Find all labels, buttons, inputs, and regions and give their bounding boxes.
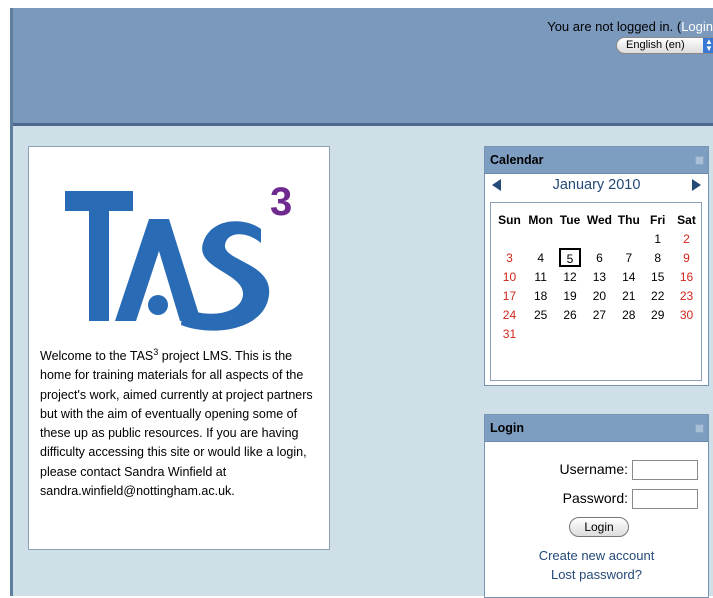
- collapse-icon[interactable]: [695, 156, 704, 165]
- login-header: Login: [485, 415, 708, 442]
- calendar-day[interactable]: 25: [526, 305, 555, 324]
- calendar-day[interactable]: 21: [614, 286, 643, 305]
- calendar-day[interactable]: 3: [493, 248, 526, 267]
- login-button[interactable]: Login: [569, 517, 629, 537]
- calendar-day[interactable]: 29: [643, 305, 672, 324]
- calendar-week: 12: [493, 229, 701, 248]
- calendar-day[interactable]: 7: [614, 248, 643, 267]
- login-status-text: You are not logged in. (: [547, 19, 682, 34]
- intro-before: Welcome to the TAS: [40, 349, 154, 363]
- weekday-mon: Mon: [528, 212, 553, 227]
- select-arrows-icon: ▲ ▼: [703, 38, 713, 53]
- calendar-empty-cell: [585, 324, 615, 343]
- calendar-block: Calendar January 2010 Sun Mon Tue Wed Thu Fri…: [484, 146, 709, 386]
- weekday-row: Sun Mon Tue Wed Thu Fri Sat: [493, 210, 701, 229]
- lost-password-link[interactable]: Lost password?: [485, 567, 708, 582]
- calendar-day[interactable]: 9: [672, 248, 701, 267]
- calendar-day[interactable]: 10: [493, 267, 526, 286]
- weekday-thu: Thu: [617, 212, 640, 227]
- calendar-day[interactable]: 27: [585, 305, 615, 324]
- calendar-week: 31: [493, 324, 701, 343]
- calendar-day[interactable]: 11: [526, 267, 555, 286]
- weekday-sat: Sat: [677, 212, 696, 227]
- calendar-day[interactable]: 23: [672, 286, 701, 305]
- calendar-day[interactable]: 14: [614, 267, 643, 286]
- weekday-tue: Tue: [559, 212, 581, 227]
- calendar-empty-cell: [493, 229, 526, 248]
- calendar-day[interactable]: 13: [585, 267, 615, 286]
- calendar-day[interactable]: 26: [555, 305, 584, 324]
- welcome-box: 3 Welcome to the TAS3 project LMS. This …: [28, 146, 330, 550]
- calendar-empty-cell: [643, 324, 672, 343]
- calendar-day[interactable]: 4: [526, 248, 555, 267]
- login-block: Login Username: Password: Login Create n…: [484, 414, 709, 598]
- calendar-nav: January 2010: [485, 174, 708, 198]
- next-month-icon[interactable]: [692, 179, 701, 191]
- tas3-logo: 3: [65, 181, 292, 331]
- language-select[interactable]: English (en) ▲ ▼: [616, 37, 713, 54]
- welcome-text: Welcome to the TAS3 project LMS. This is…: [40, 347, 326, 501]
- language-select-value: English (en): [626, 39, 685, 51]
- calendar-day[interactable]: 6: [585, 248, 615, 267]
- calendar-grid-box: Sun Mon Tue Wed Thu Fri Sat 1 2 3 4 5 6 7 8 9 10 11 12 13 1…: [490, 202, 702, 381]
- calendar-day[interactable]: 16: [672, 267, 701, 286]
- calendar-table: Sun Mon Tue Wed Thu Fri Sat 1 2 3 4 5 6 7 8 9 10 11 12 13 1…: [493, 210, 701, 343]
- calendar-empty-cell: [585, 229, 615, 248]
- page-header: You are not logged in. (Login English (e…: [13, 8, 713, 126]
- calendar-empty-cell: [614, 229, 643, 248]
- calendar-empty-cell: [555, 324, 584, 343]
- calendar-empty-cell: [526, 229, 555, 248]
- username-row: Username:: [485, 460, 698, 480]
- calendar-day[interactable]: 8: [643, 248, 672, 267]
- calendar-day[interactable]: 19: [555, 286, 584, 305]
- password-label: Password:: [562, 490, 628, 506]
- weekday-fri: Fri: [650, 212, 666, 227]
- calendar-day[interactable]: 12: [555, 267, 584, 286]
- calendar-title: Calendar: [490, 153, 544, 167]
- username-input[interactable]: [632, 460, 698, 480]
- calendar-empty-cell: [672, 324, 701, 343]
- intro-after: project LMS. This is the home for traini…: [40, 349, 313, 499]
- login-link[interactable]: Login: [681, 19, 713, 34]
- calendar-header: Calendar: [485, 147, 708, 174]
- calendar-empty-cell: [555, 229, 584, 248]
- weekday-wed: Wed: [586, 212, 612, 227]
- calendar-day[interactable]: 2: [672, 229, 701, 248]
- calendar-empty-cell: [614, 324, 643, 343]
- calendar-week: 10 11 12 13 14 15 16: [493, 267, 701, 286]
- calendar-empty-cell: [526, 324, 555, 343]
- calendar-week: 17 18 19 20 21 22 23: [493, 286, 701, 305]
- calendar-day[interactable]: 22: [643, 286, 672, 305]
- calendar-day[interactable]: 17: [493, 286, 526, 305]
- page-frame: You are not logged in. (Login English (e…: [10, 8, 713, 598]
- calendar-day[interactable]: 15: [643, 267, 672, 286]
- calendar-day[interactable]: 1: [643, 229, 672, 248]
- calendar-day[interactable]: 24: [493, 305, 526, 324]
- calendar-day[interactable]: 20: [585, 286, 615, 305]
- password-row: Password:: [485, 489, 698, 509]
- calendar-day[interactable]: 31: [493, 324, 526, 343]
- calendar-month[interactable]: January 2010: [485, 177, 708, 193]
- calendar-week: 24 25 26 27 28 29 30: [493, 305, 701, 324]
- svg-text:3: 3: [270, 181, 292, 224]
- calendar-day[interactable]: 28: [614, 305, 643, 324]
- login-info: You are not logged in. (Login: [547, 19, 713, 34]
- collapse-icon[interactable]: [695, 424, 704, 433]
- weekday-sun: Sun: [498, 212, 521, 227]
- calendar-week: 3456789: [493, 248, 701, 267]
- username-label: Username:: [559, 461, 628, 477]
- password-input[interactable]: [632, 489, 698, 509]
- calendar-day[interactable]: 30: [672, 305, 701, 324]
- today-marker: 5: [559, 248, 582, 267]
- calendar-day[interactable]: 18: [526, 286, 555, 305]
- login-title: Login: [490, 421, 525, 435]
- calendar-day-today[interactable]: 5: [555, 248, 584, 267]
- create-account-link[interactable]: Create new account: [485, 548, 708, 563]
